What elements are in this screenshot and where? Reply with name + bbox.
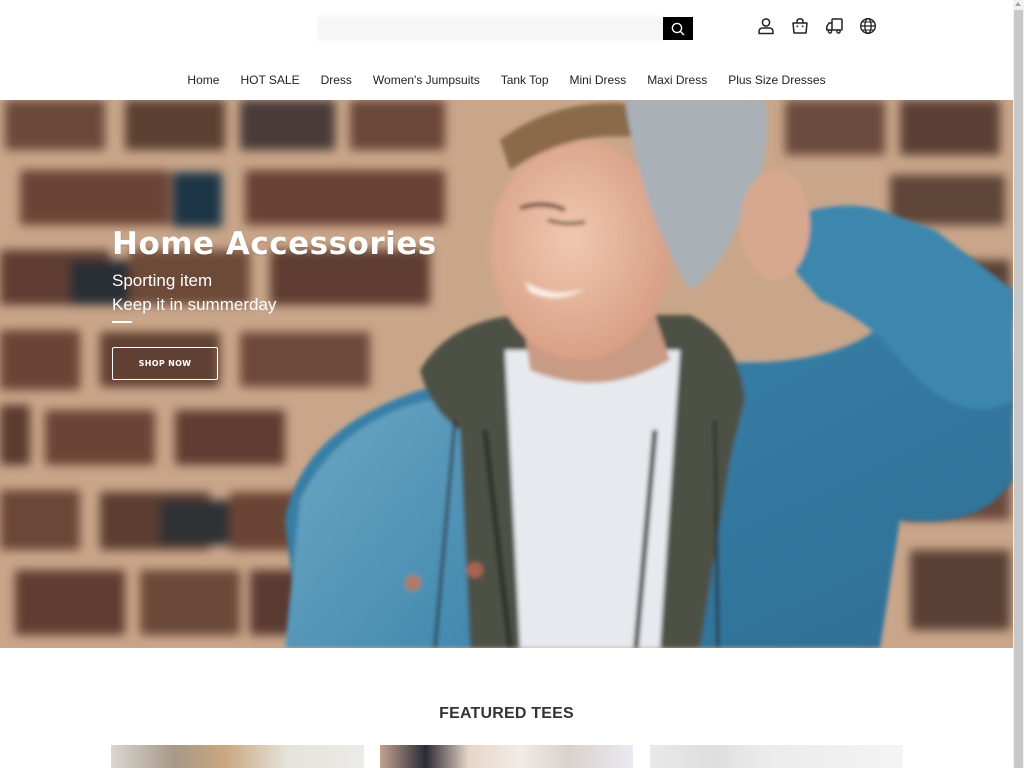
hero-subtitle: Sporting item [112, 271, 213, 290]
product-card[interactable] [650, 745, 903, 768]
search-input[interactable] [318, 17, 663, 40]
account-icon [757, 17, 775, 35]
product-card[interactable] [111, 745, 364, 768]
cart-icon [791, 17, 809, 35]
search-button[interactable] [663, 17, 693, 40]
hero-title: Home Accessories [112, 226, 437, 262]
hero-tagline: Keep it in summerday [112, 295, 277, 314]
shop-now-button[interactable]: SHOP NOW [112, 347, 218, 380]
nav-item-tank-top[interactable]: Tank Top [490, 70, 559, 90]
product-card[interactable] [380, 745, 633, 768]
product-image [380, 745, 633, 768]
featured-section-title: FEATURED TEES [439, 705, 574, 722]
page-scrollbar[interactable] [1013, 0, 1024, 768]
account-button[interactable] [756, 15, 776, 37]
search-bar [318, 17, 694, 40]
shipping-truck-icon [825, 17, 844, 35]
main-nav: Home HOT SALE Dress Women's Jumpsuits Ta… [0, 70, 1013, 90]
nav-item-home[interactable]: Home [177, 70, 230, 90]
nav-item-womens-jumpsuits[interactable]: Women's Jumpsuits [362, 70, 490, 90]
globe-icon [859, 17, 877, 35]
nav-item-hot-sale[interactable]: HOT SALE [230, 70, 310, 90]
search-icon [671, 22, 685, 36]
nav-item-maxi-dress[interactable]: Maxi Dress [637, 70, 718, 90]
nav-item-plus-size-dresses[interactable]: Plus Size Dresses [718, 70, 836, 90]
page: Home HOT SALE Dress Women's Jumpsuits Ta… [0, 0, 1013, 768]
scroll-up-arrow-icon[interactable] [1015, 2, 1021, 6]
track-order-button[interactable] [824, 15, 844, 37]
product-image [111, 745, 364, 768]
nav-item-mini-dress[interactable]: Mini Dress [559, 70, 637, 90]
language-button[interactable] [858, 15, 878, 37]
product-image [650, 745, 903, 768]
nav-item-dress[interactable]: Dress [310, 70, 362, 90]
hero-divider [112, 321, 132, 323]
header-icons [756, 15, 878, 37]
scrollbar-thumb[interactable] [1014, 10, 1023, 768]
cart-button[interactable] [790, 15, 810, 37]
hero-banner[interactable]: Home Accessories Sporting item Keep it i… [0, 100, 1013, 648]
